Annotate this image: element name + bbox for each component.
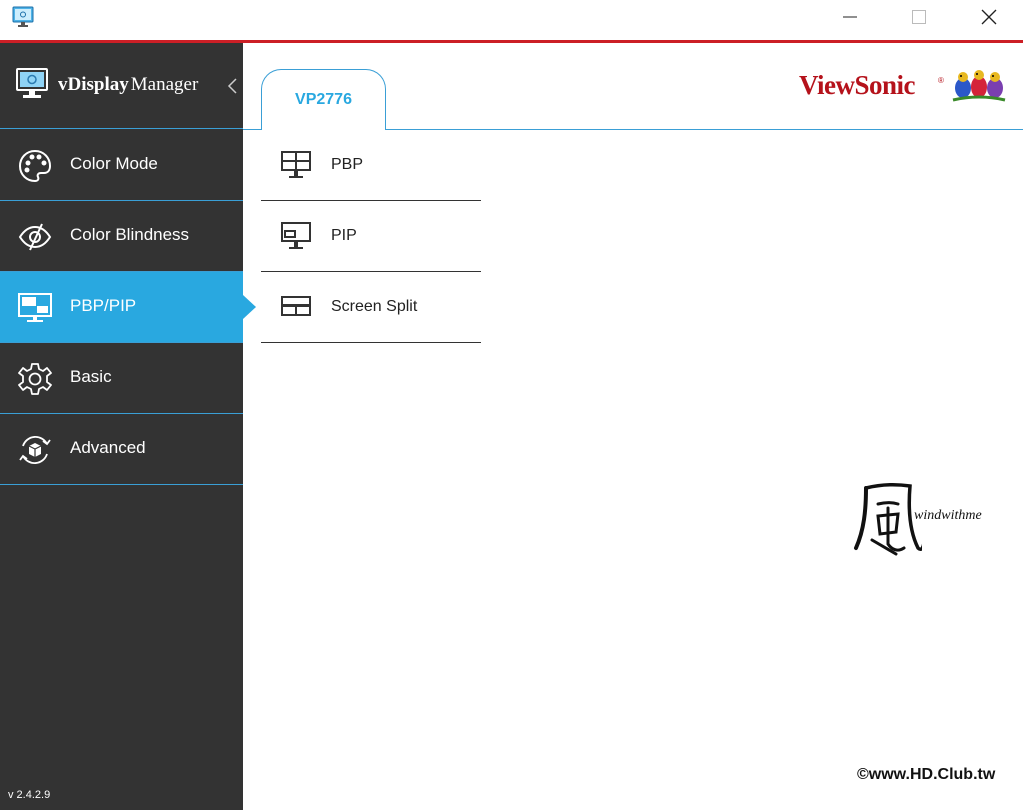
viewsonic-birds-icon (951, 66, 1007, 106)
tab-label: VP2776 (295, 91, 352, 108)
option-label: PIP (331, 227, 357, 244)
screen-split-icon (280, 291, 312, 323)
sidebar-item-label: Advanced (70, 438, 146, 457)
advanced-box-icon (17, 432, 53, 468)
pip-layout-icon (280, 220, 312, 252)
monitor-pip-icon (17, 290, 53, 326)
sidebar: vDisplay Manager Color Mode Color Blindn… (0, 43, 256, 810)
tab-vp2776[interactable]: VP2776 (261, 69, 386, 130)
app-title-regular: Manager (130, 74, 199, 95)
minimize-button[interactable] (827, 0, 873, 38)
title-bar (0, 0, 1023, 41)
minimize-icon (843, 10, 857, 29)
watermark-text: windwithme (914, 508, 982, 523)
sidebar-item-basic[interactable]: Basic (0, 343, 243, 414)
sidebar-brand: vDisplay Manager (0, 43, 243, 129)
windwithme-watermark: windwithme (852, 470, 1012, 560)
close-icon (981, 9, 997, 30)
sidebar-item-label: PBP/PIP (70, 296, 137, 315)
version-label: v 2.4.2.9 (8, 789, 51, 801)
option-label: Screen Split (331, 298, 418, 315)
collapse-sidebar-chevron-icon[interactable] (226, 76, 240, 96)
eye-icon (17, 219, 53, 255)
sidebar-item-color-blindness[interactable]: Color Blindness (0, 201, 243, 272)
sidebar-item-label: Basic (70, 367, 112, 386)
close-button[interactable] (966, 0, 1012, 38)
logo-text: ViewSonic (799, 70, 916, 100)
maximize-icon (912, 9, 926, 29)
option-pip[interactable]: PIP (261, 201, 481, 272)
app-title-bold: vDisplay (58, 74, 129, 95)
option-label: PBP (331, 156, 364, 173)
option-pbp[interactable]: PBP (261, 130, 481, 201)
sidebar-item-color-mode[interactable]: Color Mode (0, 130, 243, 201)
vdisplay-monitor-icon (16, 68, 48, 102)
sidebar-item-label: Color Mode (70, 154, 158, 173)
sidebar-item-label: Color Blindness (70, 225, 190, 244)
palette-icon (17, 148, 53, 184)
copyright-watermark: ©www.HD.Club.tw (857, 766, 996, 783)
gear-icon (17, 361, 53, 397)
viewsonic-logo: ViewSonic ® (799, 66, 1009, 106)
app-monitor-icon (12, 6, 34, 28)
pbp-layout-icon (280, 149, 312, 181)
logo-registered-mark: ® (938, 76, 944, 85)
sidebar-item-pbp-pip[interactable]: PBP/PIP (0, 272, 256, 343)
sidebar-item-advanced[interactable]: Advanced (0, 414, 243, 485)
app-title: vDisplay Manager (58, 74, 198, 96)
option-screen-split[interactable]: Screen Split (261, 272, 481, 343)
maximize-button[interactable] (896, 0, 942, 38)
